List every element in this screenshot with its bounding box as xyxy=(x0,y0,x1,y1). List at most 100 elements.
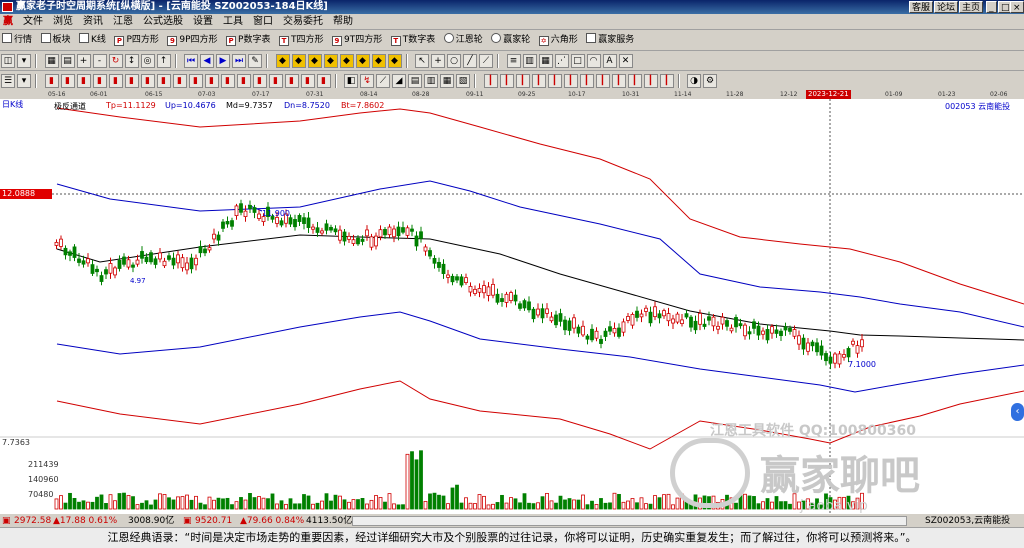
channel-icon[interactable]: ▥ xyxy=(522,54,537,68)
period-10-icon[interactable]: ▮ xyxy=(188,74,203,88)
menu-icon[interactable]: ☰ xyxy=(1,74,15,88)
kline-type-11-icon[interactable]: ┃ xyxy=(643,74,658,88)
dropdown2-icon[interactable]: ▾ xyxy=(17,74,31,88)
winner-service-button[interactable]: 赢家服务 xyxy=(584,32,637,49)
winner-wheel-button[interactable]: 赢家轮 xyxy=(489,32,533,49)
cursor-icon[interactable]: ↖ xyxy=(415,54,429,68)
line-icon[interactable]: ╱ xyxy=(463,54,477,68)
menu-settings[interactable]: 设置 xyxy=(188,14,218,30)
9p-square-button[interactable]: 9 9P四方形 xyxy=(165,32,220,49)
diamond-6-icon[interactable]: ◆ xyxy=(355,54,370,68)
fibonacci-icon[interactable]: ▦ xyxy=(538,54,553,68)
up-down-icon[interactable]: ↕ xyxy=(124,54,139,68)
menu-formula[interactable]: 公式选股 xyxy=(138,14,188,30)
period-18-icon[interactable]: ▮ xyxy=(316,74,331,88)
refresh-icon[interactable]: ↻ xyxy=(108,54,123,68)
period-15-icon[interactable]: ▮ xyxy=(268,74,283,88)
period-7-icon[interactable]: ▮ xyxy=(140,74,155,88)
delete-icon[interactable]: ✕ xyxy=(618,54,633,68)
menu-window[interactable]: 窗口 xyxy=(248,14,278,30)
trend-icon[interactable]: ⟋ xyxy=(479,54,493,68)
kline-button[interactable]: K线 xyxy=(77,32,109,49)
period-16-icon[interactable]: ▮ xyxy=(284,74,299,88)
minimize-button[interactable]: _ xyxy=(986,1,997,13)
period-14-icon[interactable]: ▮ xyxy=(252,74,267,88)
hexagon-button[interactable]: ✡ 六角形 xyxy=(537,32,581,49)
zoom-in-icon[interactable]: + xyxy=(76,54,91,68)
target-icon[interactable]: ◎ xyxy=(140,54,155,68)
diamond-4-icon[interactable]: ◆ xyxy=(323,54,338,68)
sh-index-icon[interactable]: ▣ xyxy=(2,514,11,528)
kline-type-5-icon[interactable]: ┃ xyxy=(547,74,562,88)
sz-index-icon[interactable]: ▣ xyxy=(183,514,192,528)
circle-icon[interactable]: ○ xyxy=(447,54,461,68)
period-17-icon[interactable]: ▮ xyxy=(300,74,315,88)
kline-type-8-icon[interactable]: ┃ xyxy=(595,74,610,88)
chevron-left-icon[interactable]: ‹ xyxy=(1011,403,1024,421)
period-11-icon[interactable]: ▮ xyxy=(204,74,219,88)
indicator-8-icon[interactable]: ▧ xyxy=(456,74,470,88)
kline-type-7-icon[interactable]: ┃ xyxy=(579,74,594,88)
indicator-7-icon[interactable]: ▦ xyxy=(440,74,454,88)
kline-type-10-icon[interactable]: ┃ xyxy=(627,74,642,88)
text-icon[interactable]: A xyxy=(602,54,617,68)
period-6-icon[interactable]: ▮ xyxy=(124,74,139,88)
next-icon[interactable]: ▶ xyxy=(216,54,230,68)
gann-wheel-button[interactable]: 江恩轮 xyxy=(442,32,486,49)
ray-icon[interactable]: ≡ xyxy=(506,54,521,68)
first-icon[interactable]: ⏮ xyxy=(184,54,198,68)
indicator-2-icon[interactable]: ↯ xyxy=(360,74,374,88)
sectors-button[interactable]: 板块 xyxy=(39,32,74,49)
menu-help[interactable]: 帮助 xyxy=(328,14,358,30)
box-icon[interactable]: □ xyxy=(570,54,585,68)
kline-type-1-icon[interactable]: ┃ xyxy=(483,74,498,88)
homepage-button[interactable]: 主页 xyxy=(959,1,984,13)
fan-icon[interactable]: ⋰ xyxy=(554,54,569,68)
diamond-2-icon[interactable]: ◆ xyxy=(291,54,306,68)
t-square-button[interactable]: T T四方形 xyxy=(277,32,327,49)
globe-icon[interactable]: ◑ xyxy=(687,74,701,88)
menu-tools[interactable]: 工具 xyxy=(218,14,248,30)
menu-info[interactable]: 资讯 xyxy=(78,14,108,30)
period-4-icon[interactable]: ▮ xyxy=(92,74,107,88)
period-3-icon[interactable]: ▮ xyxy=(76,74,91,88)
up-arrow-icon[interactable]: ↑ xyxy=(156,54,171,68)
menu-trade[interactable]: 交易委托 xyxy=(278,14,328,30)
horizontal-scrollbar[interactable] xyxy=(352,516,907,526)
period-13-icon[interactable]: ▮ xyxy=(236,74,251,88)
app-menu-icon[interactable]: 赢 xyxy=(0,14,18,30)
indicator-1-icon[interactable]: ◧ xyxy=(344,74,358,88)
layout-icon[interactable]: ◫ xyxy=(1,54,15,68)
customer-service-button[interactable]: 客服 xyxy=(909,1,934,13)
9t-square-button[interactable]: 9 9T四方形 xyxy=(330,32,385,49)
t-number-table-button[interactable]: T T数字表 xyxy=(389,32,439,49)
menu-file[interactable]: 文件 xyxy=(18,14,48,30)
period-2-icon[interactable]: ▮ xyxy=(60,74,75,88)
kline-chart[interactable]: 日K线 极反通道 Tp=11.1129 Up=10.4676 Md=9.7357… xyxy=(0,99,1024,513)
last-icon[interactable]: ⏭ xyxy=(232,54,246,68)
zoom-out-icon[interactable]: - xyxy=(92,54,107,68)
period-9-icon[interactable]: ▮ xyxy=(172,74,187,88)
diamond-7-icon[interactable]: ◆ xyxy=(371,54,386,68)
kline-type-3-icon[interactable]: ┃ xyxy=(515,74,530,88)
kline-type-12-icon[interactable]: ┃ xyxy=(659,74,674,88)
grid-view-icon[interactable]: ▦ xyxy=(44,54,59,68)
kline-type-4-icon[interactable]: ┃ xyxy=(531,74,546,88)
diamond-8-icon[interactable]: ◆ xyxy=(387,54,402,68)
indicator-5-icon[interactable]: ▤ xyxy=(408,74,422,88)
period-1-icon[interactable]: ▮ xyxy=(44,74,59,88)
indicator-4-icon[interactable]: ◢ xyxy=(392,74,406,88)
menu-gann[interactable]: 江恩 xyxy=(108,14,138,30)
dropdown-icon[interactable]: ▾ xyxy=(17,54,31,68)
kline-type-2-icon[interactable]: ┃ xyxy=(499,74,514,88)
settings-icon[interactable]: ⚙ xyxy=(703,74,717,88)
indicator-6-icon[interactable]: ▥ xyxy=(424,74,438,88)
diamond-3-icon[interactable]: ◆ xyxy=(307,54,322,68)
kline-type-9-icon[interactable]: ┃ xyxy=(611,74,626,88)
quotes-button[interactable]: 行情 xyxy=(0,32,35,49)
chart-icon[interactable]: ▤ xyxy=(60,54,75,68)
chart-canvas[interactable] xyxy=(0,99,1024,513)
kline-type-6-icon[interactable]: ┃ xyxy=(563,74,578,88)
menu-browse[interactable]: 浏览 xyxy=(48,14,78,30)
crosshair-icon[interactable]: + xyxy=(431,54,445,68)
